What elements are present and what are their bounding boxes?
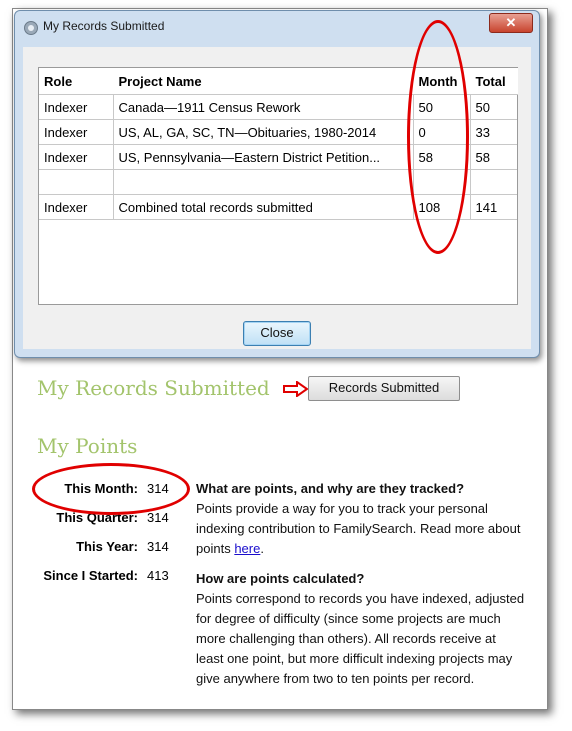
column-header-project[interactable]: Project Name: [113, 68, 414, 95]
red-oval-annotation-month: [407, 20, 469, 254]
dialog-title: My Records Submitted: [43, 19, 165, 33]
column-header-total[interactable]: Total: [470, 68, 518, 95]
cell-project: US, AL, GA, SC, TN—Obituaries, 1980-2014: [113, 119, 414, 145]
points-row-this-year: This Year: 314: [22, 539, 182, 568]
points-info: What are points, and why are they tracke…: [196, 479, 526, 699]
app-icon: [24, 21, 38, 35]
points-why-end: .: [260, 541, 264, 556]
cell-total: 58: [470, 144, 517, 170]
cell-role: Indexer: [39, 144, 114, 170]
points-why-text: Points provide a way for you to track yo…: [196, 499, 526, 559]
cell-total: 50: [470, 94, 517, 120]
column-header-role[interactable]: Role: [39, 68, 114, 95]
dialog-titlebar[interactable]: My Records Submitted ✕: [15, 11, 539, 41]
points-value: 314: [147, 510, 169, 525]
cell-project: Canada—1911 Census Rework: [113, 94, 414, 120]
cell-role: Indexer: [39, 119, 114, 145]
cell-project: US, Pennsylvania—Eastern District Petiti…: [113, 144, 414, 170]
cell-role: Indexer: [39, 94, 114, 120]
points-row-since-started: Since I Started: 413: [22, 568, 182, 597]
records-submitted-button[interactable]: Records Submitted: [308, 376, 460, 401]
red-arrow-annotation: [283, 381, 309, 397]
points-value: 314: [147, 539, 169, 554]
cell-role: [39, 169, 114, 195]
points-how-heading: How are points calculated?: [196, 571, 365, 586]
cell-total: [470, 169, 517, 195]
cell-total: 33: [470, 119, 517, 145]
points-label: This Year:: [76, 539, 138, 554]
cell-role: Indexer: [39, 194, 114, 220]
points-section-title: My Points: [37, 434, 138, 458]
records-section-title: My Records Submitted: [37, 376, 270, 400]
cell-total: 141: [470, 194, 517, 220]
points-value: 413: [147, 568, 169, 583]
close-button[interactable]: Close: [243, 321, 311, 346]
cell-project: [113, 169, 414, 195]
red-oval-annotation-this-month: [32, 463, 190, 515]
close-icon[interactable]: ✕: [489, 13, 533, 33]
points-why-heading: What are points, and why are they tracke…: [196, 481, 465, 496]
points-here-link[interactable]: here: [234, 541, 260, 556]
points-label: Since I Started:: [43, 568, 138, 583]
cell-project: Combined total records submitted: [113, 194, 414, 220]
points-how-text: Points correspond to records you have in…: [196, 591, 525, 686]
